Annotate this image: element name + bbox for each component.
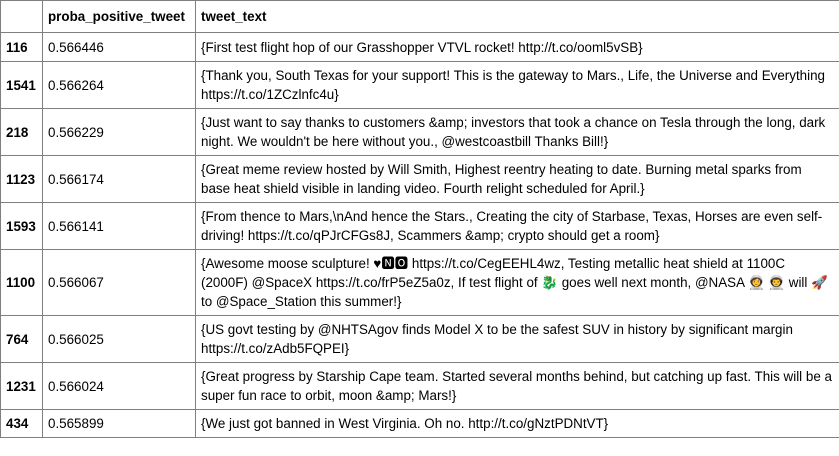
table-row: 1231 0.566024 {Great progress by Starshi… — [0, 362, 839, 410]
proba-cell: 0.566264 — [42, 61, 196, 109]
proba-column-header: proba_positive_tweet — [42, 0, 196, 33]
table-row: 116 0.566446 {First test flight hop of o… — [0, 32, 839, 62]
table-row: 1100 0.566067 {Awesome moose sculpture! … — [0, 249, 839, 316]
tweet-text-cell: {Great meme review hosted by Will Smith,… — [195, 155, 839, 203]
proba-cell: 0.566446 — [42, 32, 196, 62]
index-column-header — [0, 0, 43, 33]
tweet-text-column-header: tweet_text — [195, 0, 839, 33]
table-row: 1593 0.566141 {From thence to Mars,\nAnd… — [0, 202, 839, 250]
tweet-text-cell: {Great progress by Starship Cape team. S… — [195, 362, 839, 410]
proba-cell: 0.565899 — [42, 409, 196, 438]
proba-cell: 0.566067 — [42, 249, 196, 316]
row-index: 1231 — [0, 362, 43, 410]
proba-cell: 0.566229 — [42, 108, 196, 156]
row-index: 218 — [0, 108, 43, 156]
proba-cell: 0.566141 — [42, 202, 196, 250]
tweet-text-cell: {Awesome moose sculpture! ♥🅽🅾 https://t.… — [195, 249, 839, 316]
table-row: 1541 0.566264 {Thank you, South Texas fo… — [0, 61, 839, 109]
tweet-text-cell: {Thank you, South Texas for your support… — [195, 61, 839, 109]
row-index: 116 — [0, 32, 43, 62]
row-index: 1123 — [0, 155, 43, 203]
proba-cell: 0.566024 — [42, 362, 196, 410]
tweet-text-cell: {From thence to Mars,\nAnd hence the Sta… — [195, 202, 839, 250]
row-index: 764 — [0, 315, 43, 363]
row-index: 1100 — [0, 249, 43, 316]
table-row: 434 0.565899 {We just got banned in West… — [0, 409, 839, 438]
row-index: 1541 — [0, 61, 43, 109]
tweet-text-cell: {Just want to say thanks to customers &a… — [195, 108, 839, 156]
tweet-text-cell: {US govt testing by @NHTSAgov finds Mode… — [195, 315, 839, 363]
table-row: 1123 0.566174 {Great meme review hosted … — [0, 155, 839, 203]
dataframe-table: proba_positive_tweet tweet_text 116 0.56… — [0, 0, 839, 438]
dataframe-output: proba_positive_tweet tweet_text 116 0.56… — [0, 0, 839, 456]
row-index: 1593 — [0, 202, 43, 250]
tweet-text-cell: {First test flight hop of our Grasshoppe… — [195, 32, 839, 62]
table-row: 764 0.566025 {US govt testing by @NHTSAg… — [0, 315, 839, 363]
row-index: 434 — [0, 409, 43, 438]
table-header-row: proba_positive_tweet tweet_text — [0, 0, 839, 33]
proba-cell: 0.566174 — [42, 155, 196, 203]
proba-cell: 0.566025 — [42, 315, 196, 363]
tweet-text-cell: {We just got banned in West Virginia. Oh… — [195, 409, 839, 438]
table-row: 218 0.566229 {Just want to say thanks to… — [0, 108, 839, 156]
